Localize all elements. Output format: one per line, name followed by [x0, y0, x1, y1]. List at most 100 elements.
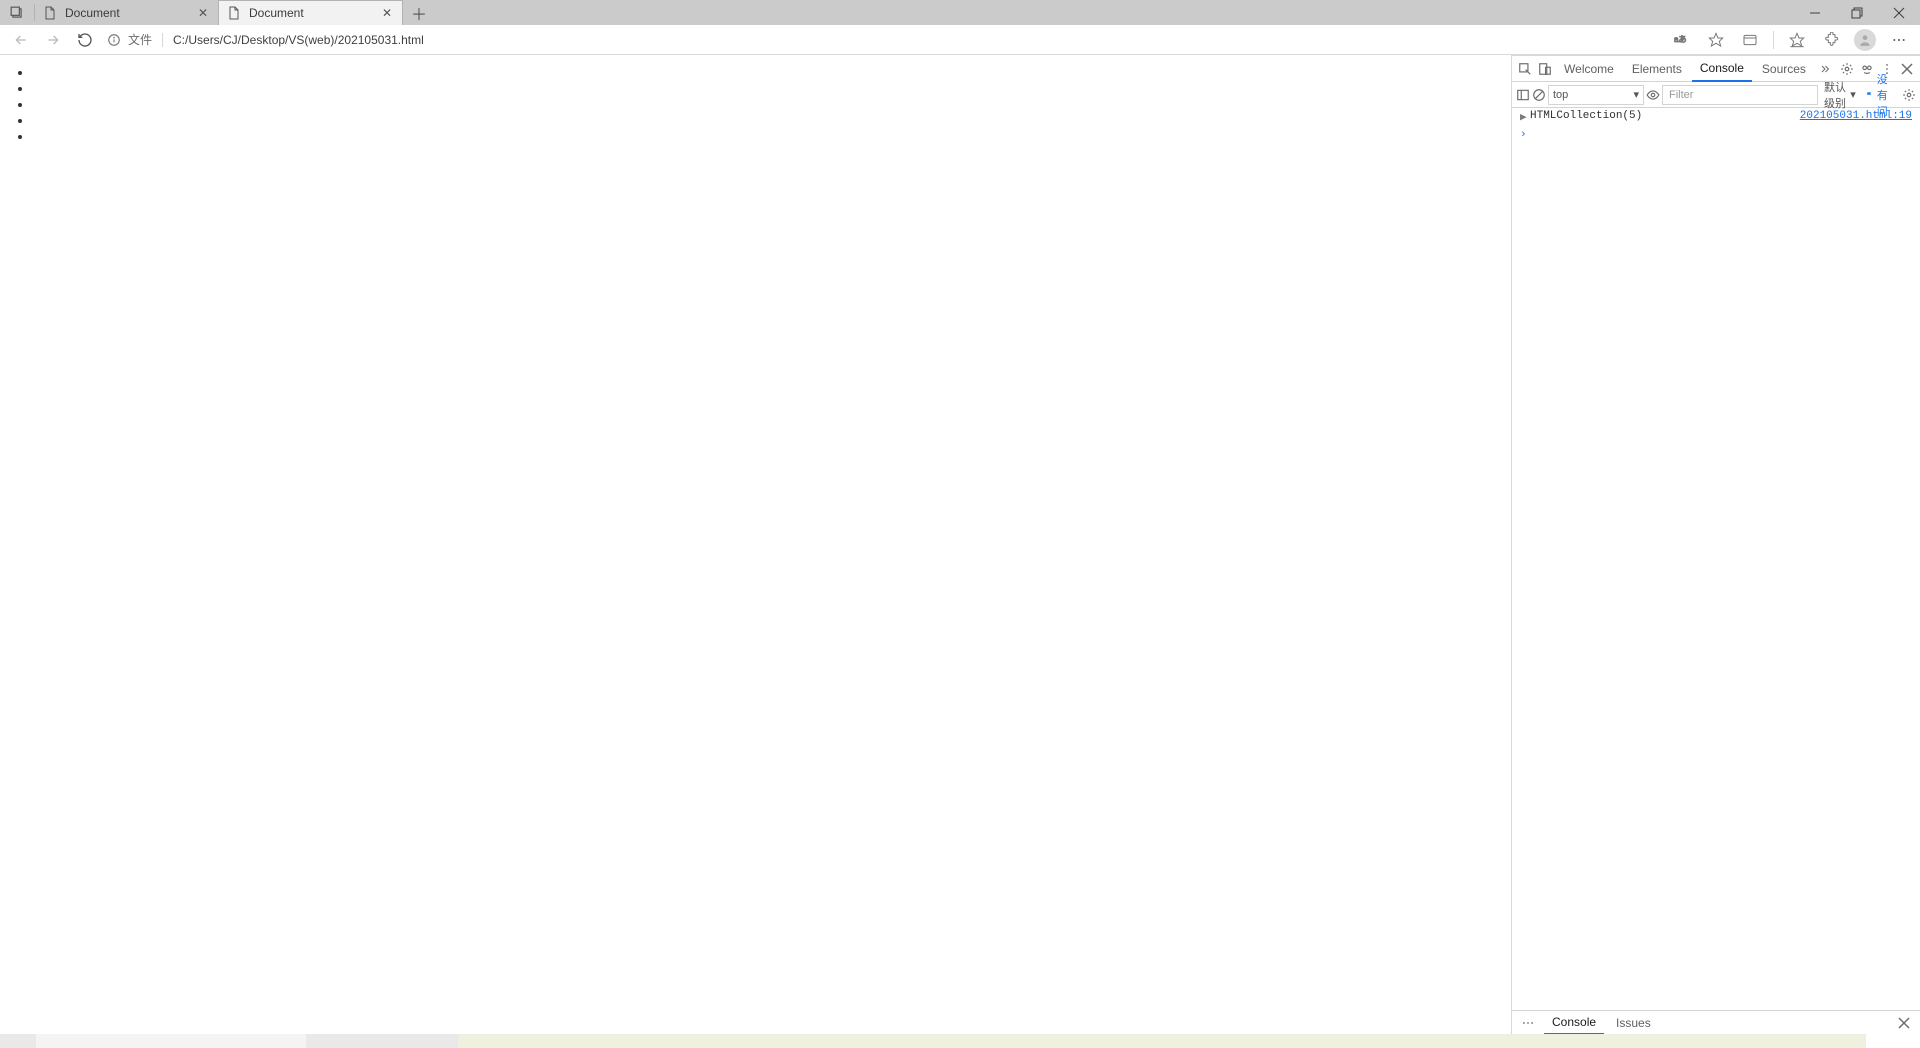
drawer-more-button[interactable]: [1516, 1013, 1540, 1033]
level-select[interactable]: 默认级别 ▾: [1820, 79, 1860, 111]
drawer-tab-issues[interactable]: Issues: [1608, 1011, 1659, 1035]
extensions-icon: [1823, 32, 1839, 48]
minimize-button[interactable]: [1794, 0, 1836, 25]
taskbar-seg: [306, 1034, 458, 1048]
page-content: [0, 65, 1511, 145]
dots-horizontal-icon: [1521, 1016, 1535, 1030]
refresh-button[interactable]: [70, 27, 100, 53]
console-filter-bar: top ▾ 默认级别 ▾ 没有问: [1512, 82, 1920, 108]
divider: [1773, 31, 1774, 49]
devtools-panel: Welcome Elements Console Sources: [1512, 55, 1920, 1034]
live-expression-button[interactable]: [1646, 84, 1660, 106]
eye-icon: [1646, 88, 1660, 102]
console-log-row[interactable]: ▶ HTMLCollection(5) 202105031.html:19: [1512, 108, 1920, 127]
list-item: [32, 65, 1511, 81]
browser-tab-inactive[interactable]: Document ✕: [35, 0, 219, 25]
file-label: 文件: [128, 31, 152, 48]
reading-mode-button[interactable]: aあ: [1667, 27, 1697, 53]
devtools-drawer: Console Issues: [1512, 1010, 1920, 1034]
chevron-down-icon: ▾: [1850, 88, 1856, 101]
gear-icon: [1902, 88, 1916, 102]
maximize-icon: [1851, 7, 1863, 19]
sidebar-icon: [1516, 88, 1530, 102]
console-output[interactable]: ▶ HTMLCollection(5) 202105031.html:19 ›: [1512, 108, 1920, 1010]
maximize-button[interactable]: [1836, 0, 1878, 25]
info-icon: [106, 33, 122, 47]
chevron-double-right-icon: [1819, 63, 1831, 75]
tab-welcome[interactable]: Welcome: [1556, 56, 1622, 82]
filter-input[interactable]: [1662, 85, 1818, 105]
address-bar[interactable]: 文件 C:/Users/CJ/Desktop/VS(web)/202105031…: [102, 27, 1665, 53]
url: C:/Users/CJ/Desktop/VS(web)/202105031.ht…: [173, 33, 424, 47]
bottom-strip: [0, 1034, 1920, 1048]
titlebar: Document ✕ Document ✕ ＋: [0, 0, 1920, 25]
tab-console[interactable]: Console: [1692, 56, 1752, 82]
window-controls: [1794, 0, 1920, 25]
level-label: 默认级别: [1824, 79, 1848, 111]
page-content-area[interactable]: [0, 55, 1512, 1034]
list-item: [32, 81, 1511, 97]
clear-console-button[interactable]: [1532, 84, 1546, 106]
reading-icon: aあ: [1674, 34, 1690, 46]
svg-text:aあ: aあ: [1674, 35, 1686, 44]
layers-icon: [10, 6, 24, 20]
tab-sources[interactable]: Sources: [1754, 56, 1814, 82]
context-value: top: [1553, 89, 1568, 101]
console-source-link[interactable]: 202105031.html:19: [1800, 110, 1912, 122]
add-favorite-button[interactable]: [1701, 27, 1731, 53]
extensions-button[interactable]: [1816, 27, 1846, 53]
close-tab-button[interactable]: ✕: [380, 6, 394, 20]
devtools-settings-button[interactable]: [1838, 58, 1856, 80]
more-button[interactable]: [1884, 27, 1914, 53]
toggle-device-button[interactable]: [1536, 58, 1554, 80]
dots-horizontal-icon: [1891, 32, 1907, 48]
drawer-tab-console[interactable]: Console: [1544, 1011, 1604, 1035]
console-sidebar-toggle[interactable]: [1516, 84, 1530, 106]
refresh-icon: [77, 32, 93, 48]
close-window-button[interactable]: [1878, 0, 1920, 25]
drawer-close-button[interactable]: [1892, 1013, 1916, 1033]
flag-icon: [1866, 89, 1873, 101]
divider: [162, 33, 163, 47]
console-prompt[interactable]: ›: [1512, 127, 1920, 143]
tab-title: Document: [65, 6, 188, 20]
console-settings-button[interactable]: [1902, 84, 1916, 106]
tab-title: Document: [249, 6, 372, 20]
more-tabs-button[interactable]: [1816, 58, 1834, 80]
taskbar-seg: [458, 1034, 1866, 1048]
context-select[interactable]: top ▾: [1548, 85, 1644, 105]
gear-icon: [1840, 62, 1854, 76]
body-row: Welcome Elements Console Sources: [0, 55, 1920, 1034]
favorites-button[interactable]: [1782, 27, 1812, 53]
minimize-icon: [1809, 7, 1821, 19]
taskbar-clock: [1866, 1034, 1920, 1048]
close-tab-button[interactable]: ✕: [196, 6, 210, 20]
tab-elements[interactable]: Elements: [1624, 56, 1690, 82]
tab-actions-button[interactable]: [0, 0, 34, 25]
star-plus-icon: [1708, 32, 1724, 48]
collections-button[interactable]: [1735, 27, 1765, 53]
favorites-icon: [1789, 32, 1805, 48]
taskbar-seg: [0, 1034, 36, 1048]
collections-icon: [1742, 32, 1758, 48]
inspect-icon: [1518, 62, 1532, 76]
browser-toolbar: 文件 C:/Users/CJ/Desktop/VS(web)/202105031…: [0, 25, 1920, 55]
taskbar-seg: [36, 1034, 306, 1048]
caret-right-icon: ▶: [1520, 110, 1530, 124]
toolbar-right-icons: aあ: [1667, 27, 1914, 53]
back-button[interactable]: [6, 27, 36, 53]
avatar: [1854, 29, 1876, 51]
arrow-right-icon: [45, 32, 61, 48]
new-tab-button[interactable]: ＋: [403, 0, 435, 25]
list-item: [32, 113, 1511, 129]
user-icon: [1858, 33, 1872, 47]
devtools-close-button[interactable]: [1898, 58, 1916, 80]
chevron-down-icon: ▾: [1633, 88, 1639, 101]
inspect-element-button[interactable]: [1516, 58, 1534, 80]
document-icon: [43, 6, 57, 20]
profile-button[interactable]: [1850, 27, 1880, 53]
list-item: [32, 97, 1511, 113]
close-icon: [1893, 7, 1905, 19]
browser-tab-active[interactable]: Document ✕: [219, 0, 403, 25]
forward-button[interactable]: [38, 27, 68, 53]
